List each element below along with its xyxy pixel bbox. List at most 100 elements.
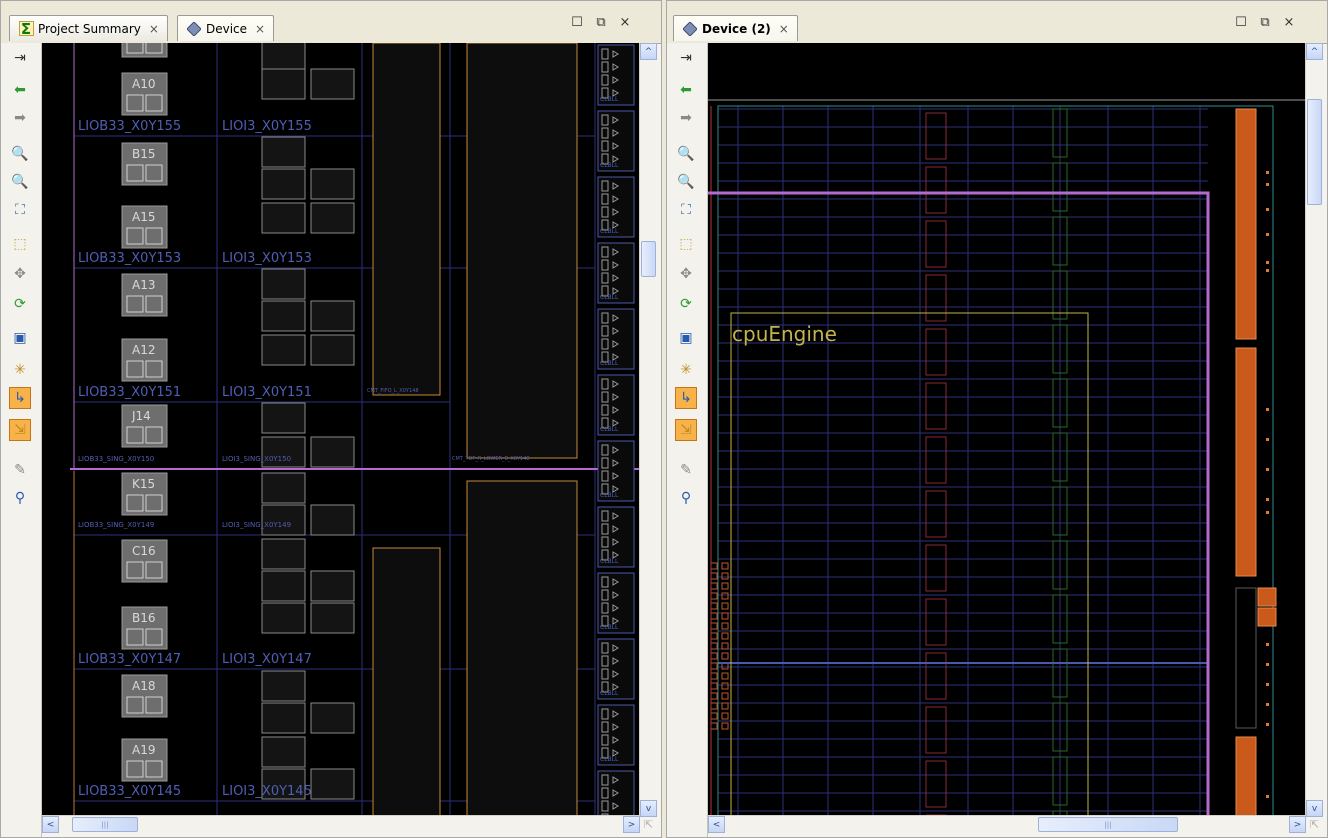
clb-label: CLBLL [600,624,619,631]
pin-icon[interactable]: ✎ [9,459,31,481]
iob-tile-label: LIOB33_X0Y155 [78,119,181,134]
move-icon[interactable]: ✥ [9,263,31,285]
sigma-icon: Σ [18,21,34,37]
clb-label: CLBLL [600,756,619,763]
device-canvas[interactable]: cpuEngine [708,43,1305,817]
pblock-label: cpuEngine [732,322,837,346]
iob-tile-label: LIOB33_SING_X0Y149 [78,521,154,529]
maximize-icon[interactable]: ☐ [569,15,585,30]
collapse-icon[interactable]: ⇥ [9,47,31,69]
scroll-up-button[interactable]: ^ [640,43,657,60]
close-icon[interactable]: × [1281,15,1297,30]
restore-icon[interactable]: ⧉ [1257,15,1273,30]
collapse-icon[interactable]: ⇥ [675,47,697,69]
route-icon[interactable]: ↳ [675,387,697,409]
pad-label: A12 [132,343,155,357]
clb-label: CLBLL [600,426,619,433]
search-routing-icon[interactable]: ⚲ [9,487,31,509]
device-view-right: Device (2) × ☐ ⧉ × ⇥ ⬅ ➡ 🔍 🔍 ⛶ ⬚ ✥ ⟳ ▣ ✳ ↳ ⇲ ✎ ⚲ cpuEn… [666,0,1328,838]
cmt-top-label: CMT_TOP_R_LOWER_B_X8Y148 [452,456,530,462]
clb-label: CLBLL [600,228,619,235]
window-controls: ☐ ⧉ × [569,15,633,30]
pad-label: A13 [132,278,155,292]
back-arrow-icon[interactable]: ⬅ [9,79,31,101]
horizontal-scrollbar[interactable]: < ||| > [708,815,1306,833]
window-controls: ☐ ⧉ × [1233,15,1297,30]
tab-label: Project Summary [38,21,141,36]
scroll-left-button[interactable]: < [42,816,59,833]
ioi-tile-label: LIOI3_SING_X0Y150 [222,455,291,463]
pad-label: A18 [132,679,155,693]
search-routing-icon[interactable]: ⚲ [675,487,697,509]
ioi-tile-label: LIOI3_X0Y147 [222,652,312,667]
close-icon[interactable]: × [617,15,633,30]
pin-icon[interactable]: ✎ [675,459,697,481]
forward-arrow-icon[interactable]: ➡ [675,107,697,129]
mark-icon[interactable]: ⇲ [675,419,697,441]
horizontal-scrollbar[interactable]: < ||| > [42,815,640,833]
pad-label: B15 [132,147,156,161]
zoom-out-icon[interactable]: 🔍 [675,171,697,193]
tab-bar-right: Device (2) × ☐ ⧉ × [667,1,1327,44]
scroll-left-button[interactable]: < [708,816,725,833]
tab-device-2[interactable]: Device (2) × [673,15,798,41]
scroll-down-button[interactable]: v [1306,800,1323,817]
scroll-up-button[interactable]: ^ [1306,43,1323,60]
device-icon [186,21,202,37]
clb-label: CLBLL [600,96,619,103]
tab-label: Device (2) [702,21,771,36]
add-pblock-icon[interactable]: ▣ [675,327,697,349]
clb-label: CLBLL [600,294,619,301]
route-icon[interactable]: ↳ [9,387,31,409]
close-icon[interactable]: × [779,22,789,36]
close-icon[interactable]: × [149,22,159,36]
scroll-thumb[interactable]: ||| [72,817,138,832]
add-pblock-icon[interactable]: ▣ [9,327,31,349]
device-view-left: Σ Project Summary × Device × ☐ ⧉ × ⇥ ⬅ ➡ 🔍 🔍… [0,0,662,838]
zoom-out-icon[interactable]: 🔍 [9,171,31,193]
forward-arrow-icon[interactable]: ➡ [9,107,31,129]
fit-selection-icon[interactable]: ✳ [9,359,31,381]
iob-tile-label: LIOB33_SING_X0Y150 [78,455,154,463]
scroll-thumb[interactable]: ||| [1038,817,1178,832]
ioi-tile-label: LIOI3_SING_X0Y149 [222,521,291,529]
zoom-in-icon[interactable]: 🔍 [9,143,31,165]
pad-label: A10 [132,77,155,91]
ioi-tile-label: LIOI3_X0Y151 [222,385,312,400]
scroll-right-button[interactable]: > [623,816,640,833]
refresh-icon[interactable]: ⟳ [9,293,31,315]
device-toolbar: ⇥ ⬅ ➡ 🔍 🔍 ⛶ ⬚ ✥ ⟳ ▣ ✳ ↳ ⇲ ✎ ⚲ [1,43,42,837]
corner-resize-icon: ⇱ [1309,818,1320,831]
select-area-icon[interactable]: ⬚ [9,233,31,255]
tab-label: Device [206,21,248,36]
fit-selection-icon[interactable]: ✳ [675,359,697,381]
tab-device[interactable]: Device × [177,15,275,41]
select-area-icon[interactable]: ⬚ [675,233,697,255]
vertical-scrollbar[interactable]: ^ v [639,43,657,817]
zoom-in-icon[interactable]: 🔍 [675,143,697,165]
device-icon [682,21,698,37]
refresh-icon[interactable]: ⟳ [675,293,697,315]
iob-tile-label: LIOB33_X0Y147 [78,652,181,667]
maximize-icon[interactable]: ☐ [1233,15,1249,30]
scroll-down-button[interactable]: v [640,800,657,817]
scroll-thumb[interactable] [641,241,656,277]
pad-label: A15 [132,210,155,224]
pad-label: K15 [132,477,155,491]
device-canvas[interactable]: A10 B15 A15 A13 A12 J14 K15 C16 B16 A18 A19 CLBLL C… [42,43,639,817]
device-toolbar: ⇥ ⬅ ➡ 🔍 🔍 ⛶ ⬚ ✥ ⟳ ▣ ✳ ↳ ⇲ ✎ ⚲ [667,43,708,837]
move-icon[interactable]: ✥ [675,263,697,285]
tab-project-summary[interactable]: Σ Project Summary × [9,15,168,41]
tab-bar-left: Σ Project Summary × Device × ☐ ⧉ × [1,1,661,44]
mark-icon[interactable]: ⇲ [9,419,31,441]
zoom-fit-icon[interactable]: ⛶ [9,199,31,221]
iob-tile-label: LIOB33_X0Y145 [78,784,181,799]
scroll-thumb[interactable] [1307,99,1322,205]
vertical-scrollbar[interactable]: ^ v [1305,43,1323,817]
back-arrow-icon[interactable]: ⬅ [675,79,697,101]
close-icon[interactable]: × [255,22,265,36]
scroll-right-button[interactable]: > [1289,816,1306,833]
restore-icon[interactable]: ⧉ [593,15,609,30]
clb-label: CLBLL [600,162,619,169]
zoom-fit-icon[interactable]: ⛶ [675,199,697,221]
